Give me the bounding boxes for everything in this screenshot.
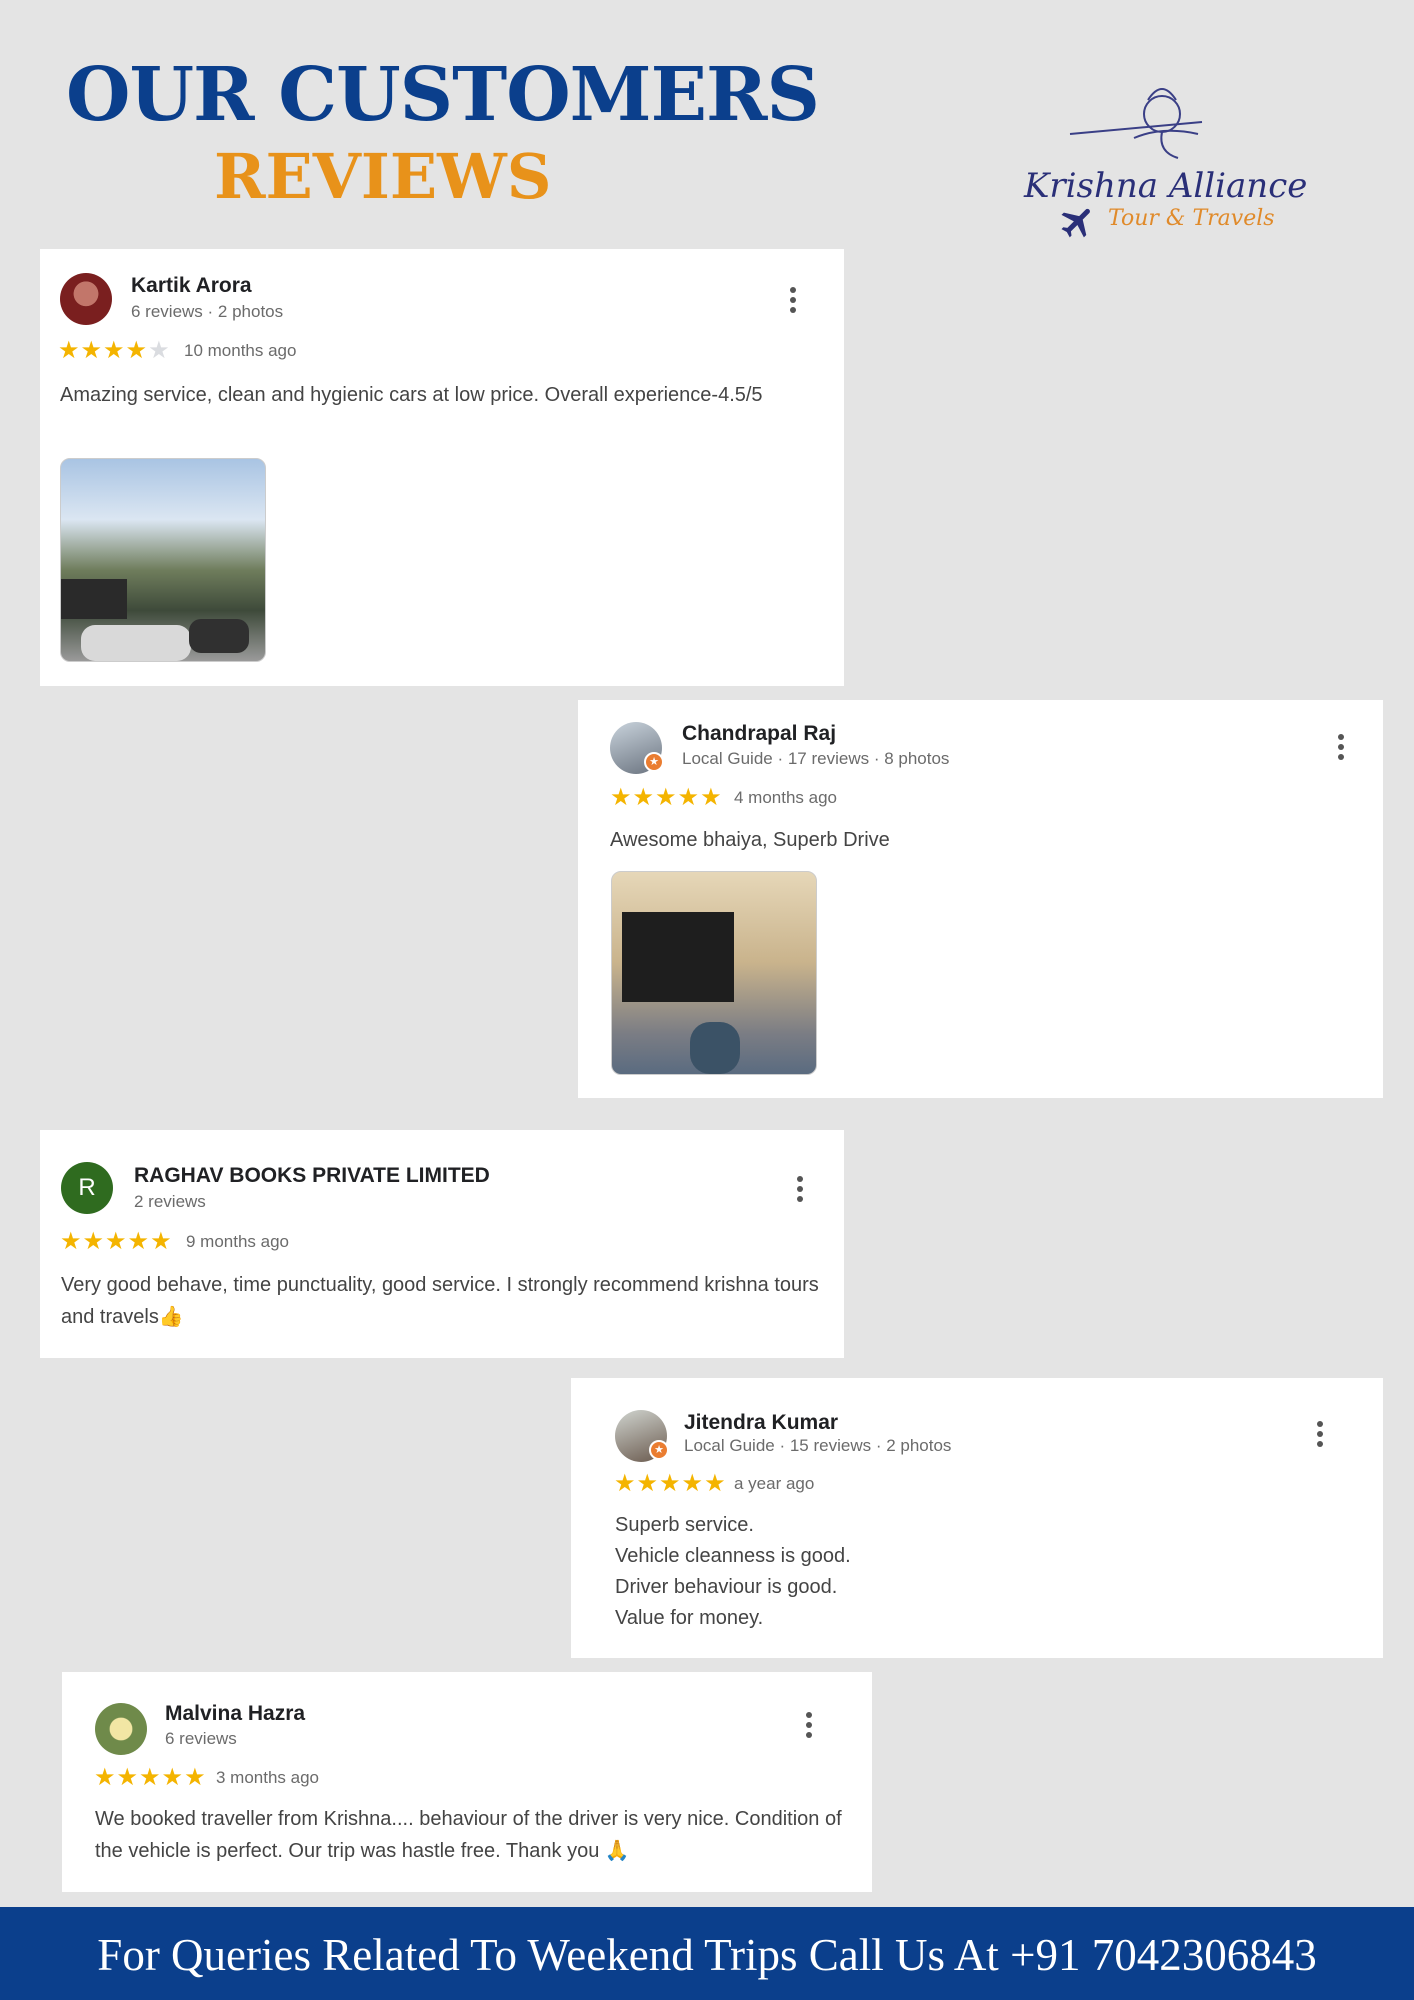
review-date: 4 months ago bbox=[734, 788, 838, 807]
brand-name: Krishna Alliance bbox=[1024, 166, 1308, 206]
page-title: OUR CUSTOMERS bbox=[66, 52, 820, 138]
reviewer-meta: 6 reviews · 2 photos bbox=[131, 302, 284, 321]
brand-logo: Krishna Alliance Tour & Travels bbox=[962, 78, 1307, 258]
star-rating: ★★★★★ bbox=[60, 1228, 173, 1255]
review-card-jitendra-kumar: ★ Jitendra Kumar Local Guide · 15 review… bbox=[571, 1378, 1383, 1658]
review-date: 3 months ago bbox=[216, 1768, 320, 1787]
reviewer-meta: 2 reviews bbox=[134, 1192, 206, 1211]
reviewer-name[interactable]: Malvina Hazra bbox=[165, 1702, 305, 1726]
reviewer-name[interactable]: Kartik Arora bbox=[131, 274, 252, 298]
local-guide-badge-icon: ★ bbox=[649, 1440, 669, 1460]
local-guide-badge-icon: ★ bbox=[644, 752, 664, 772]
more-options-icon[interactable] bbox=[1315, 1421, 1325, 1451]
reviewer-meta: Local Guide · 15 reviews · 2 photos bbox=[684, 1436, 952, 1455]
more-options-icon[interactable] bbox=[788, 287, 798, 317]
review-text-line: Vehicle cleanness is good. bbox=[615, 1545, 851, 1567]
avatar[interactable] bbox=[60, 273, 112, 325]
review-card-chandrapal-raj: ★ Chandrapal Raj Local Guide · 17 review… bbox=[578, 700, 1383, 1098]
review-card-raghav-books: R RAGHAV BOOKS PRIVATE LIMITED 2 reviews… bbox=[40, 1130, 844, 1358]
reviewer-meta: 6 reviews bbox=[165, 1729, 237, 1748]
more-options-icon[interactable] bbox=[1336, 734, 1346, 764]
more-options-icon[interactable] bbox=[804, 1712, 814, 1742]
review-text-line: Value for money. bbox=[615, 1607, 764, 1629]
review-date: a year ago bbox=[734, 1474, 815, 1493]
review-text: Very good behave, time punctuality, good… bbox=[61, 1274, 819, 1328]
review-photo[interactable] bbox=[611, 871, 817, 1075]
star-rating: ★★★★★ bbox=[614, 1470, 727, 1497]
brand-tagline: Tour & Travels bbox=[1108, 206, 1275, 231]
more-options-icon[interactable] bbox=[795, 1176, 805, 1206]
footer-contact-text: For Queries Related To Weekend Trips Cal… bbox=[97, 1930, 1317, 1980]
star-rating: ★★★★★ bbox=[610, 784, 723, 811]
reviewer-meta: Local Guide · 17 reviews · 8 photos bbox=[682, 749, 950, 768]
reviewer-name[interactable]: RAGHAV BOOKS PRIVATE LIMITED bbox=[134, 1164, 490, 1188]
review-date: 9 months ago bbox=[186, 1232, 290, 1251]
review-text: Amazing service, clean and hygienic cars… bbox=[60, 384, 763, 406]
airplane-icon bbox=[1061, 208, 1090, 238]
star-rating: ★★★★★ bbox=[58, 337, 171, 364]
page-subtitle: REVIEWS bbox=[214, 140, 552, 213]
review-photo[interactable] bbox=[60, 458, 266, 662]
footer-banner: For Queries Related To Weekend Trips Cal… bbox=[0, 1907, 1414, 2000]
reviewer-name[interactable]: Chandrapal Raj bbox=[682, 722, 836, 746]
review-text: Superb service. Vehicle cleanness is goo… bbox=[615, 1510, 1355, 1634]
review-text-line: Driver behaviour is good. bbox=[615, 1576, 838, 1598]
review-text: Awesome bhaiya, Superb Drive bbox=[610, 829, 890, 851]
review-text: We booked traveller from Krishna.... beh… bbox=[95, 1808, 842, 1862]
review-text-line: Superb service. bbox=[615, 1514, 754, 1536]
star-rating: ★★★★★ bbox=[94, 1764, 207, 1791]
avatar[interactable]: R bbox=[61, 1162, 113, 1214]
avatar[interactable] bbox=[95, 1703, 147, 1755]
review-date: 10 months ago bbox=[184, 341, 297, 360]
review-card-malvina-hazra: Malvina Hazra 6 reviews ★★★★★ 3 months a… bbox=[62, 1672, 872, 1892]
review-card-kartik-arora: Kartik Arora 6 reviews · 2 photos ★★★★★ … bbox=[40, 249, 844, 686]
reviewer-name[interactable]: Jitendra Kumar bbox=[684, 1411, 838, 1435]
